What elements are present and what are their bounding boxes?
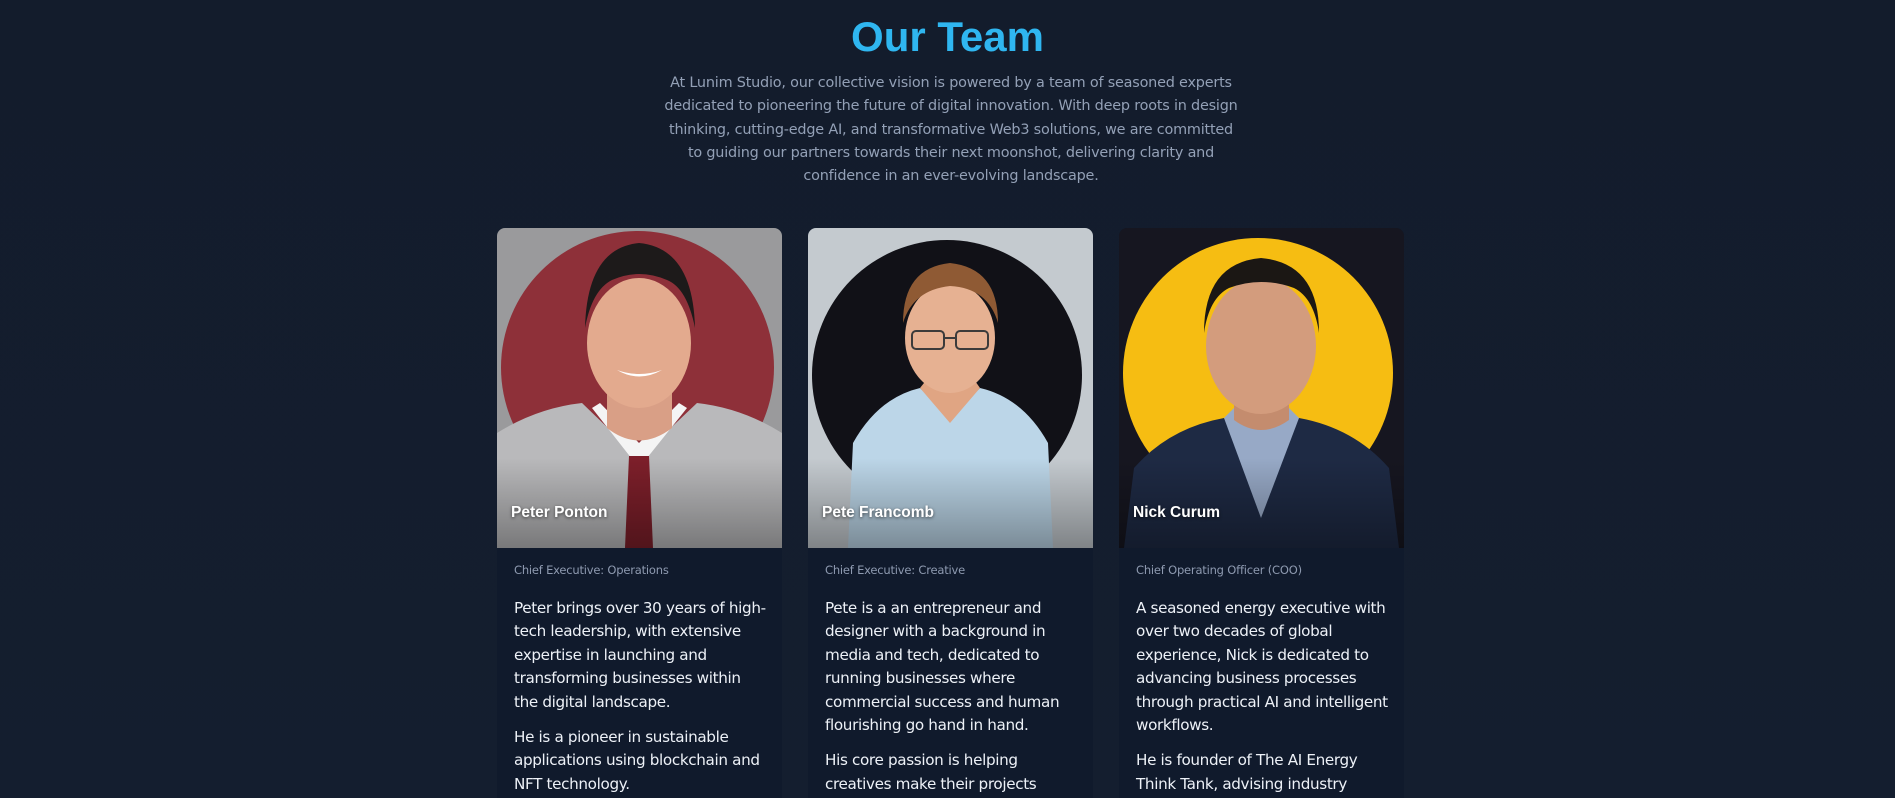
member-role: Chief Executive: Operations xyxy=(514,563,669,577)
team-member-card: Peter Ponton Chief Executive: Operations… xyxy=(497,228,782,798)
member-name: Peter Ponton xyxy=(511,504,608,521)
member-photo: Pete Francomb xyxy=(808,228,1093,548)
member-bio-paragraph: He is a pioneer in sustainable applicati… xyxy=(514,728,760,793)
page-title: Our Team xyxy=(851,13,1044,60)
member-bio-paragraph: His core passion is helping creatives ma… xyxy=(825,751,1037,793)
team-section: Our Team At Lunim Studio, our collective… xyxy=(0,0,1895,798)
member-bio-paragraph: Peter brings over 30 years of high-tech … xyxy=(514,599,766,711)
member-bio-paragraph: Pete is a an entrepreneur and designer w… xyxy=(825,599,1060,735)
member-bio-paragraph: He is founder of The AI Energy Think Tan… xyxy=(1136,751,1358,793)
member-role: Chief Executive: Creative xyxy=(825,563,966,577)
member-photo: Peter Ponton xyxy=(497,228,782,548)
intro-paragraph: At Lunim Studio, our collective vision i… xyxy=(664,75,1238,185)
member-photo: Nick Curum xyxy=(1119,228,1404,548)
member-role: Chief Operating Officer (COO) xyxy=(1136,563,1302,577)
team-member-card: Nick Curum Chief Operating Officer (COO)… xyxy=(1119,228,1404,798)
member-name: Nick Curum xyxy=(1133,504,1220,521)
team-member-card: Pete Francomb Chief Executive: Creative … xyxy=(808,228,1093,798)
member-name: Pete Francomb xyxy=(822,504,934,521)
member-bio-paragraph: A seasoned energy executive with over tw… xyxy=(1136,599,1388,735)
